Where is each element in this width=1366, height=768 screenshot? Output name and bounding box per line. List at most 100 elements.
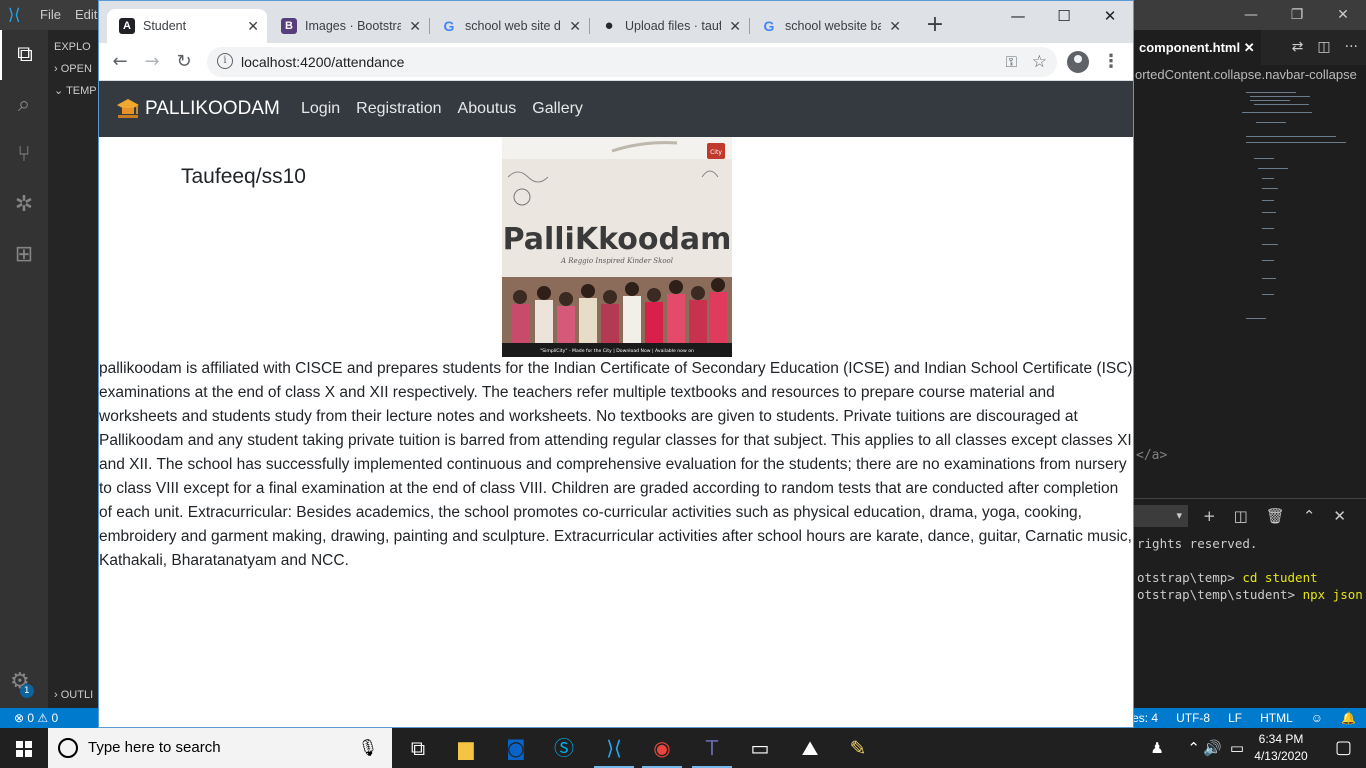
vscode-menu-edit[interactable]: Edit	[75, 0, 97, 30]
people-icon[interactable]: ♟	[1151, 728, 1164, 768]
vscode-taskbar-icon[interactable]: ⟩⟨	[590, 728, 638, 768]
key-icon[interactable]: ⚿	[1006, 47, 1017, 77]
notification-center-icon[interactable]: ▢	[1335, 728, 1352, 768]
chrome-menu-icon[interactable]: ⋮	[1101, 49, 1121, 75]
search-icon[interactable]: ⌕	[0, 80, 48, 130]
browser-tab-bootstrap-images[interactable]: B Images · Bootstrap ✕	[269, 9, 430, 43]
editor-actions: ⇄ ◫ ···	[1292, 30, 1358, 65]
browser-tab-github-upload[interactable]: ● Upload files · taufe ✕	[589, 9, 750, 43]
nav-registration-link[interactable]: Registration	[356, 100, 441, 118]
chrome-taskbar-icon[interactable]: ◉	[638, 728, 686, 768]
explorer-temp-label: TEMP	[66, 85, 97, 97]
navbar-links: Login Registration Aboutus Gallery	[301, 81, 583, 137]
vscode-explorer-panel: EXPLO › OPEN ⌄ TEMP › OUTLI	[48, 30, 100, 708]
explorer-icon[interactable]: ⧉	[0, 30, 48, 80]
split-terminal-icon[interactable]: ◫	[1234, 503, 1248, 529]
photos-taskbar-icon[interactable]: ⛰	[786, 728, 834, 768]
maximize-icon[interactable]: ☐	[1041, 1, 1087, 31]
profile-avatar-icon[interactable]	[1067, 51, 1089, 73]
nav-login-link[interactable]: Login	[301, 100, 340, 118]
notifications-icon[interactable]: 🔔	[1341, 708, 1356, 728]
vscode-restore-icon[interactable]: ❐	[1274, 0, 1320, 30]
explorer-outline[interactable]: › OUTLI	[48, 684, 93, 706]
paint-taskbar-icon[interactable]: ✎	[834, 728, 882, 768]
settings-badge: 1	[19, 684, 34, 698]
close-window-icon[interactable]: ✕	[1087, 1, 1133, 31]
status-encoding[interactable]: UTF-8	[1176, 708, 1210, 728]
photo-subtitle: A Reggio Inspired Kinder Skool	[560, 257, 673, 265]
new-terminal-icon[interactable]: +	[1203, 503, 1216, 529]
status-right-items: aces: 4 UTF-8 LF HTML ☺ 🔔	[1119, 708, 1356, 728]
tab-close-icon[interactable]: ✕	[889, 9, 901, 43]
compare-icon[interactable]: ⇄	[1292, 30, 1304, 65]
bookmark-star-icon[interactable]: ☆	[1032, 47, 1047, 77]
taskbar-clock[interactable]: 6:34 PM 4/13/2020	[1246, 731, 1316, 765]
terminal-line: otstrap\temp> cd student	[1137, 570, 1318, 585]
site-info-icon[interactable]: i	[217, 53, 233, 69]
microphone-icon[interactable]: 🎙	[358, 728, 378, 768]
tab-close-icon[interactable]: ✕	[729, 9, 741, 43]
editor-tab-component-html[interactable]: component.html ✕	[1133, 30, 1261, 65]
start-windows-icon[interactable]	[0, 728, 48, 768]
terminal-output[interactable]: rights reserved. otstrap\temp> cd studen…	[1137, 535, 1363, 603]
explorer-temp-folder[interactable]: ⌄ TEMP	[48, 80, 100, 102]
feedback-icon[interactable]: ☺	[1311, 708, 1323, 728]
battery-icon[interactable]: ▭	[1230, 728, 1244, 768]
school-photo: City PalliKkoodam A Reggio Inspired Kind…	[502, 137, 732, 357]
skype-icon[interactable]: Ⓢ	[540, 728, 588, 768]
more-actions-icon[interactable]: ···	[1345, 30, 1358, 65]
google-favicon-icon: G	[763, 18, 775, 34]
terminal-selector[interactable]: ▾	[1133, 505, 1188, 527]
explorer-open-editors[interactable]: › OPEN	[48, 58, 100, 80]
tray-overflow-icon[interactable]: ⌃	[1187, 728, 1200, 768]
editor-breadcrumb[interactable]: ortedContent.collapse.navbar-collapse	[1133, 65, 1366, 85]
new-tab-button[interactable]: +	[921, 11, 949, 39]
volume-icon[interactable]: 🔊	[1203, 728, 1222, 768]
page-viewport: PALLIKOODAM Login Registration Aboutus G…	[99, 81, 1133, 727]
search-placeholder: Type here to search	[88, 739, 221, 756]
back-arrow-icon[interactable]: ←	[107, 49, 133, 75]
taskbar-search[interactable]: Type here to search 🎙	[48, 728, 392, 768]
editor-tab-label: component.html	[1139, 40, 1241, 55]
maximize-panel-icon[interactable]: ⌃	[1303, 503, 1316, 529]
address-bar[interactable]: i localhost:4200/attendance ⚿ ☆	[207, 47, 1057, 77]
browser-tab-google-search-1[interactable]: G school web site de ✕	[429, 9, 590, 43]
navbar-brand[interactable]: PALLIKOODAM	[115, 81, 280, 137]
file-explorer-icon[interactable]: ▆	[442, 728, 490, 768]
address-url[interactable]: localhost:4200/attendance	[241, 47, 404, 77]
status-eol[interactable]: LF	[1228, 708, 1242, 728]
forward-arrow-icon[interactable]: →	[139, 49, 165, 75]
settings-gear-icon[interactable]: ⚙ 1	[10, 669, 34, 698]
tab-close-icon[interactable]: ✕	[247, 9, 259, 43]
close-panel-icon[interactable]: ✕	[1333, 503, 1346, 529]
teams-taskbar-icon[interactable]: T	[688, 728, 736, 768]
status-language[interactable]: HTML	[1260, 708, 1293, 728]
browser-tab-google-search-2[interactable]: G school website ba ✕	[749, 9, 909, 43]
problems-status[interactable]: ⊗ 0 ⚠ 0	[14, 708, 58, 728]
editor-minimap[interactable]	[1236, 88, 1356, 338]
nav-gallery-link[interactable]: Gallery	[532, 100, 583, 118]
clock-time: 6:34 PM	[1258, 732, 1304, 746]
extensions-icon[interactable]: ⊞	[0, 230, 48, 280]
source-control-icon[interactable]: ⑂	[0, 130, 48, 180]
outlook-icon[interactable]: ◙	[492, 728, 540, 768]
nav-aboutus-link[interactable]: Aboutus	[458, 100, 517, 118]
minimize-icon[interactable]: —	[995, 1, 1041, 31]
browser-tab-student[interactable]: A Student ✕	[107, 9, 267, 43]
reload-icon[interactable]: ↻	[171, 49, 197, 75]
debug-icon[interactable]: ✲	[0, 180, 48, 230]
vscode-minimize-icon[interactable]: —	[1228, 0, 1274, 30]
editor-tab-close-icon[interactable]: ✕	[1244, 40, 1255, 55]
split-editor-icon[interactable]: ◫	[1317, 30, 1330, 65]
task-view-icon[interactable]: ⧉	[394, 728, 442, 768]
kill-terminal-icon[interactable]: 🗑	[1266, 503, 1285, 529]
terminal-line: otstrap\temp\student> npx json	[1137, 587, 1363, 602]
tab-close-icon[interactable]: ✕	[569, 9, 581, 43]
google-favicon-icon: G	[443, 18, 455, 34]
tab-close-icon[interactable]: ✕	[409, 9, 421, 43]
vscode-menu-file[interactable]: File	[40, 0, 61, 30]
vscode-close-icon[interactable]: ✕	[1320, 0, 1366, 30]
vscode-menu: File Edit	[40, 0, 97, 30]
terminal-taskbar-icon[interactable]: ▭	[736, 728, 784, 768]
